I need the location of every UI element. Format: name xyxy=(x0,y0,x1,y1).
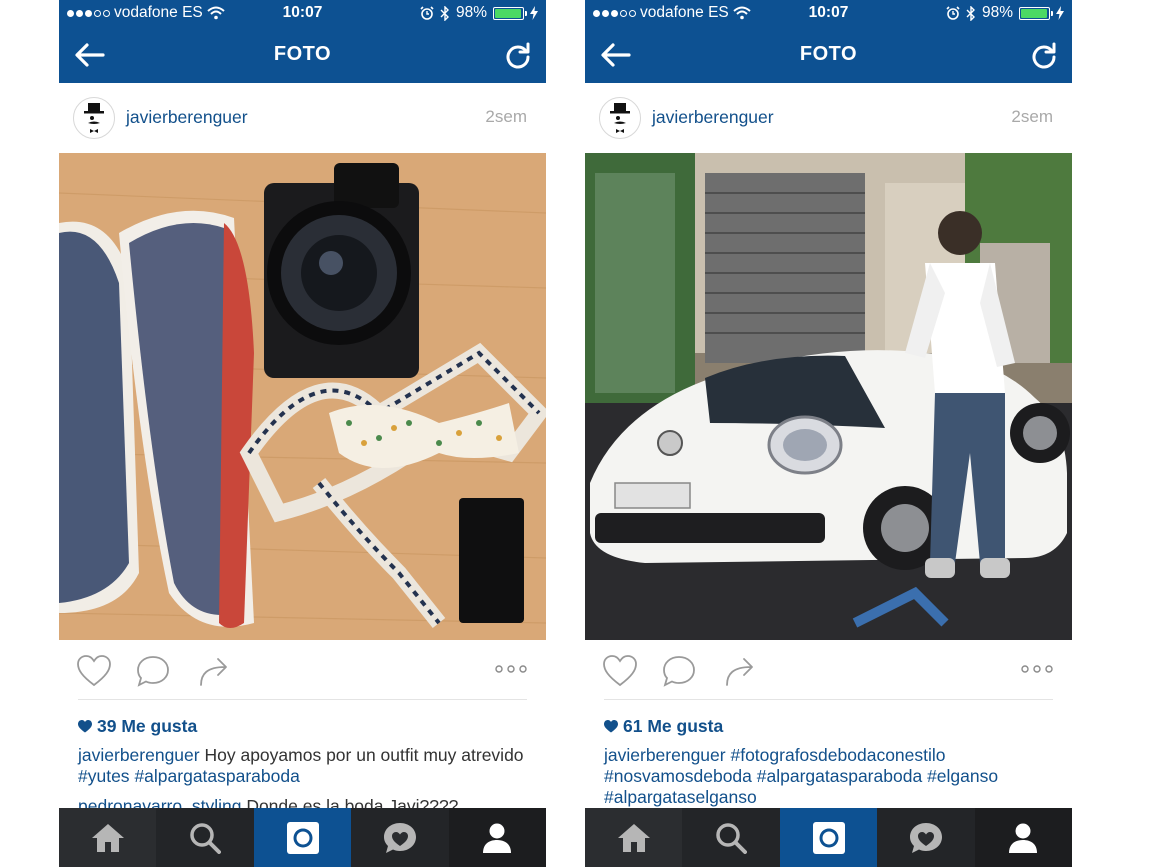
battery-percent: 98% xyxy=(455,4,487,21)
activity-heart-icon xyxy=(383,822,416,853)
bluetooth-icon xyxy=(966,5,975,21)
post-photo[interactable] xyxy=(585,153,1072,640)
tab-profile[interactable] xyxy=(448,808,546,867)
profile-icon xyxy=(1009,823,1038,853)
heart-icon[interactable] xyxy=(602,654,638,688)
comment-bubble-icon[interactable] xyxy=(135,654,171,688)
hashtag[interactable]: #alpargatasparaboda xyxy=(757,766,922,786)
likes-count[interactable]: 61 Me gusta xyxy=(604,716,723,737)
post-photo[interactable] xyxy=(59,153,546,640)
search-icon xyxy=(190,822,222,854)
tab-activity[interactable] xyxy=(877,808,975,867)
hashtag[interactable]: #fotografosdebodaconestilo xyxy=(730,745,945,765)
post-username[interactable]: javierberenguer xyxy=(126,107,248,128)
post-actions xyxy=(585,640,1072,700)
hashtag[interactable]: #nosvamosdeboda xyxy=(604,766,752,786)
hashtag[interactable]: #alpargataselganso xyxy=(604,787,757,807)
camera-icon xyxy=(812,821,845,854)
tab-camera[interactable] xyxy=(779,808,878,867)
post-caption: javierberenguer #fotografosdebodaconesti… xyxy=(604,745,1054,808)
screen-photo-1: vodafone ES 10:07 98% FOTO javierberengu… xyxy=(59,0,546,867)
tab-bar xyxy=(585,808,1072,867)
search-icon xyxy=(716,822,748,854)
tab-profile[interactable] xyxy=(974,808,1072,867)
profile-icon xyxy=(483,823,512,853)
post-time: 2sem xyxy=(1011,107,1053,126)
divider xyxy=(78,699,527,700)
nav-bar: FOTO xyxy=(585,27,1072,83)
home-icon xyxy=(617,823,650,852)
post-actions xyxy=(59,640,546,700)
activity-heart-icon xyxy=(909,822,942,853)
alarm-icon xyxy=(420,6,434,20)
post-header: javierberenguer 2sem xyxy=(585,83,1072,153)
battery-icon xyxy=(493,6,527,20)
post-header: javierberenguer 2sem xyxy=(59,83,546,153)
more-dots-icon[interactable] xyxy=(494,662,528,676)
comment-bubble-icon[interactable] xyxy=(661,654,697,688)
status-bar: vodafone ES 10:07 98% xyxy=(585,0,1072,27)
home-icon xyxy=(91,823,124,852)
post-username[interactable]: javierberenguer xyxy=(652,107,774,128)
battery-icon xyxy=(1019,6,1053,20)
tab-explore[interactable] xyxy=(156,808,254,867)
hashtag[interactable]: #yutes xyxy=(78,766,130,786)
caption-text: Hoy apoyamos por un outfit muy atrevido xyxy=(204,745,524,765)
hashtag[interactable]: #elganso xyxy=(927,766,998,786)
tab-home[interactable] xyxy=(585,808,683,867)
avatar[interactable] xyxy=(599,97,641,139)
refresh-icon[interactable] xyxy=(504,41,532,69)
nav-bar: FOTO xyxy=(59,27,546,83)
battery-percent: 98% xyxy=(981,4,1013,21)
like-heart-icon xyxy=(78,720,92,733)
tab-bar xyxy=(59,808,546,867)
post-caption: javierberenguer Hoy apoyamos por un outf… xyxy=(78,745,528,787)
likes-count[interactable]: 39 Me gusta xyxy=(78,716,197,737)
likes-label: 39 Me gusta xyxy=(97,716,198,736)
bluetooth-icon xyxy=(440,5,449,21)
tab-activity[interactable] xyxy=(351,808,449,867)
page-title: FOTO xyxy=(799,43,858,65)
avatar[interactable] xyxy=(73,97,115,139)
tab-explore[interactable] xyxy=(682,808,780,867)
refresh-icon[interactable] xyxy=(1030,41,1058,69)
share-arrow-icon[interactable] xyxy=(197,654,233,688)
tab-camera[interactable] xyxy=(253,808,352,867)
alarm-icon xyxy=(946,6,960,20)
status-bar: vodafone ES 10:07 98% xyxy=(59,0,546,27)
more-dots-icon[interactable] xyxy=(1020,662,1054,676)
charging-icon xyxy=(1056,6,1064,20)
like-heart-icon xyxy=(604,720,618,733)
share-arrow-icon[interactable] xyxy=(723,654,759,688)
charging-icon xyxy=(530,6,538,20)
likes-label: 61 Me gusta xyxy=(623,716,724,736)
camera-icon xyxy=(286,821,319,854)
page-title: FOTO xyxy=(273,43,332,65)
caption-username[interactable]: javierberenguer xyxy=(604,745,726,765)
heart-icon[interactable] xyxy=(76,654,112,688)
divider xyxy=(604,699,1053,700)
screen-photo-2: vodafone ES 10:07 98% FOTO javierberengu… xyxy=(585,0,1072,867)
hashtag[interactable]: #alpargatasparaboda xyxy=(134,766,299,786)
tab-home[interactable] xyxy=(59,808,157,867)
post-time: 2sem xyxy=(485,107,527,126)
caption-username[interactable]: javierberenguer xyxy=(78,745,200,765)
